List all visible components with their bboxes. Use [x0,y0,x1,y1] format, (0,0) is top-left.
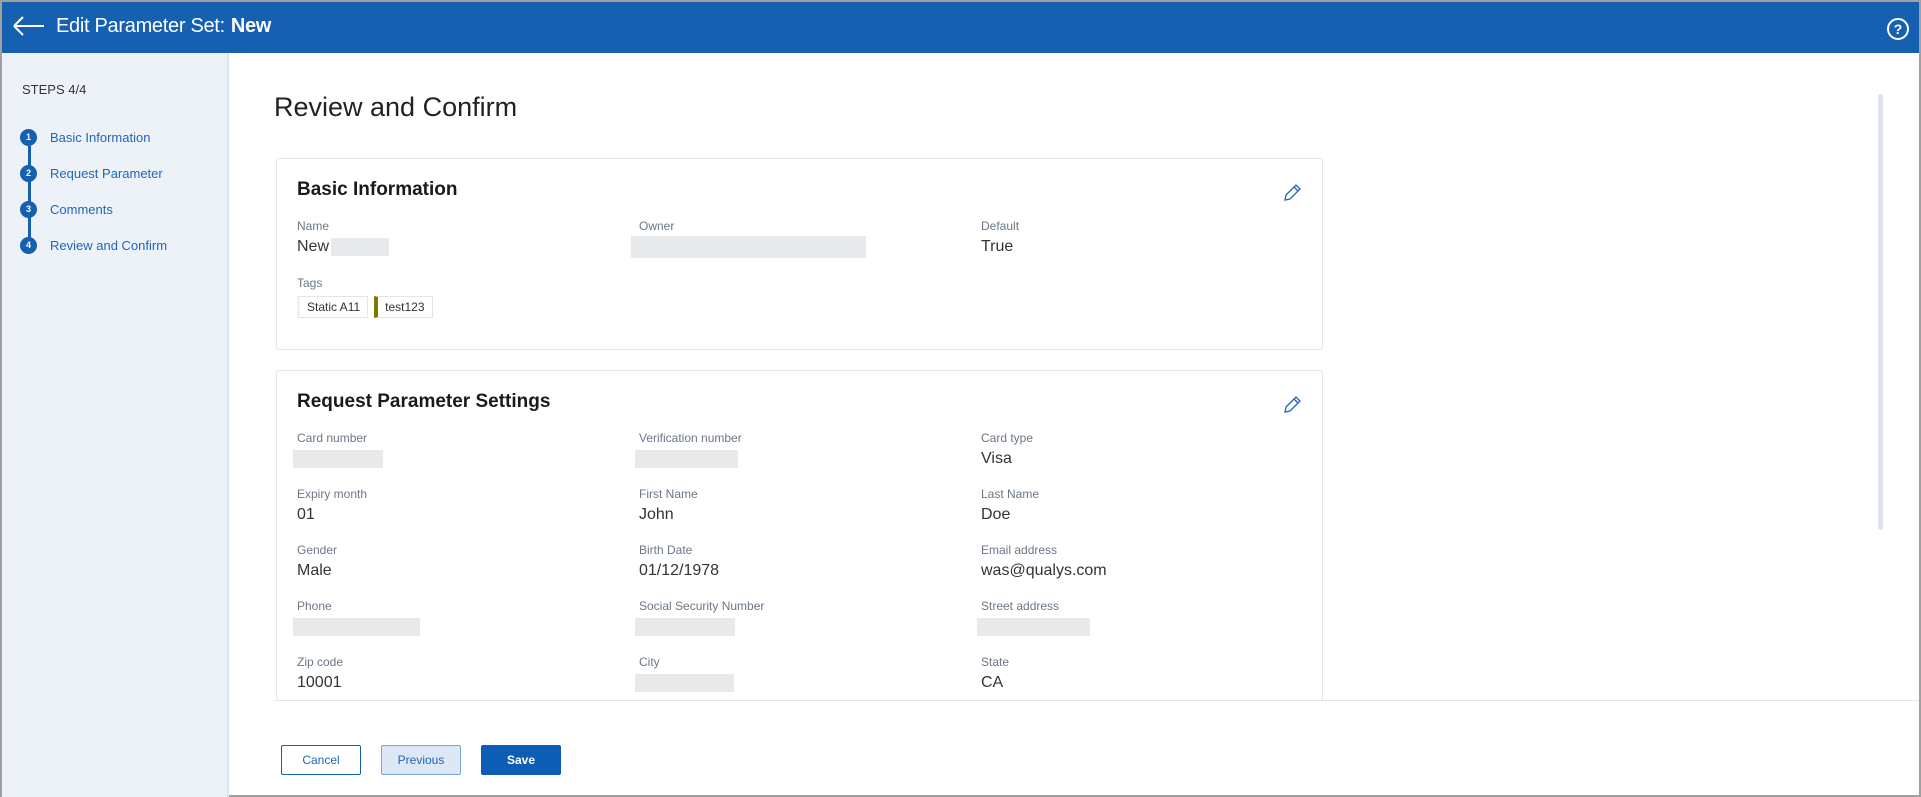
request-field: Expiry month 01 [297,487,367,525]
field-label: First Name [639,487,698,501]
field-value [293,449,383,469]
tag-chip: test123 [374,296,433,318]
field-label: Zip code [297,655,344,669]
redacted-block [635,450,738,468]
field-label: Email address [981,543,1058,557]
pencil-icon[interactable] [1282,183,1302,203]
field-value: was@qualys.com [981,562,1107,579]
step-label: Basic Information [50,130,151,145]
page-title: Review and Confirm [274,92,518,122]
step-number: 2 [20,165,37,182]
step-request-parameter[interactable]: 2 Request Parameter [20,165,163,182]
field-value: True [981,238,1014,255]
field-value: 01/12/1978 [639,562,720,579]
redacted-block [293,618,420,636]
step-basic-information[interactable]: 1 Basic Information [20,129,150,146]
field-value: CA [981,674,1004,691]
step-number: 3 [20,201,37,218]
steps-sidebar: STEPS 4/4 1 Basic Information 2 Request Pa… [2,53,229,797]
request-field: City [635,655,734,693]
app-header: Edit Parameter Set: New ? [2,2,1919,53]
field-label: Birth Date [639,543,693,557]
pencil-icon[interactable] [1282,395,1302,415]
redacted-block [635,674,734,692]
redacted-block [331,238,390,256]
card-title: Request Parameter Settings [297,391,551,412]
field-label: Default [981,219,1020,233]
field-label: Expiry month [297,487,368,501]
header-title-text: Edit Parameter Set: [56,15,225,37]
field-value [293,617,420,637]
cancel-button[interactable]: Cancel [281,745,361,775]
field-label: Phone [297,599,332,613]
request-field: Zip code 10001 [297,655,343,693]
field-value [635,617,764,637]
default-field: Default True [981,219,1019,257]
field-label: City [639,655,660,669]
field-value [635,673,734,693]
basic-information-card: Basic Information Name New Owner Default T… [276,158,1323,350]
field-label: Name [297,219,330,233]
page-header-title: Edit Parameter Set: New [56,15,271,38]
field-label: State [981,655,1010,669]
request-field: Gender Male [297,543,337,581]
field-label: Tags [297,276,323,290]
steps-counter: STEPS 4/4 [22,82,87,97]
request-field: Street address [977,599,1090,637]
request-field: First Name John [639,487,698,525]
request-field: Last Name Doe [981,487,1039,525]
request-field: Card number [293,431,383,469]
header-set-name: New [230,15,272,37]
field-label: Card type [981,431,1034,445]
field-label: Street address [981,599,1060,613]
step-label: Review and Confirm [50,238,168,253]
request-field: Phone [293,599,420,637]
field-value [977,617,1090,637]
redacted-block [631,236,866,258]
previous-button[interactable]: Previous [381,745,461,775]
field-label: Last Name [981,487,1040,501]
request-field: Card type Visa [981,431,1033,469]
save-button[interactable]: Save [481,745,561,775]
request-parameter-settings-card: Request Parameter Settings Card number Ve… [276,370,1323,701]
field-value: John [639,506,674,523]
field-value: Male [297,562,332,579]
redacted-block [293,450,383,468]
field-label: Social Security Number [639,599,765,613]
owner-field: Owner [631,219,866,258]
field-value: New [297,238,330,255]
field-label: Owner [639,219,675,233]
field-value: 10001 [297,674,342,691]
step-number: 1 [20,129,37,146]
field-value: 01 [297,506,315,523]
field-label: Verification number [639,431,742,445]
request-field: State CA [981,655,1009,693]
field-label: Card number [297,431,368,445]
field-value [635,449,742,469]
redacted-block [635,618,735,636]
scrollbar[interactable] [1878,94,1883,530]
request-field: Birth Date 01/12/1978 [639,543,719,581]
request-field: Social Security Number [635,599,765,637]
help-icon[interactable]: ? [1887,18,1909,40]
step-label: Request Parameter [50,166,163,181]
field-label: Gender [297,543,338,557]
card-title: Basic Information [297,179,458,200]
step-number: 4 [20,237,37,254]
tags-field: Tags Static A11 test123 [297,276,433,318]
step-review-and-confirm[interactable]: 4 Review and Confirm [20,237,167,254]
field-value: Visa [981,450,1012,467]
step-comments[interactable]: 3 Comments [20,201,113,218]
arrow-left-icon[interactable] [12,14,46,38]
redacted-block [977,618,1090,636]
field-value: Doe [981,506,1011,523]
step-label: Comments [50,202,113,217]
tag-chip: Static A11 [297,296,369,318]
name-field: Name New [297,219,390,257]
request-field: Email address was@qualys.com [981,543,1107,581]
footer-divider [274,700,1919,701]
request-field: Verification number [635,431,742,469]
